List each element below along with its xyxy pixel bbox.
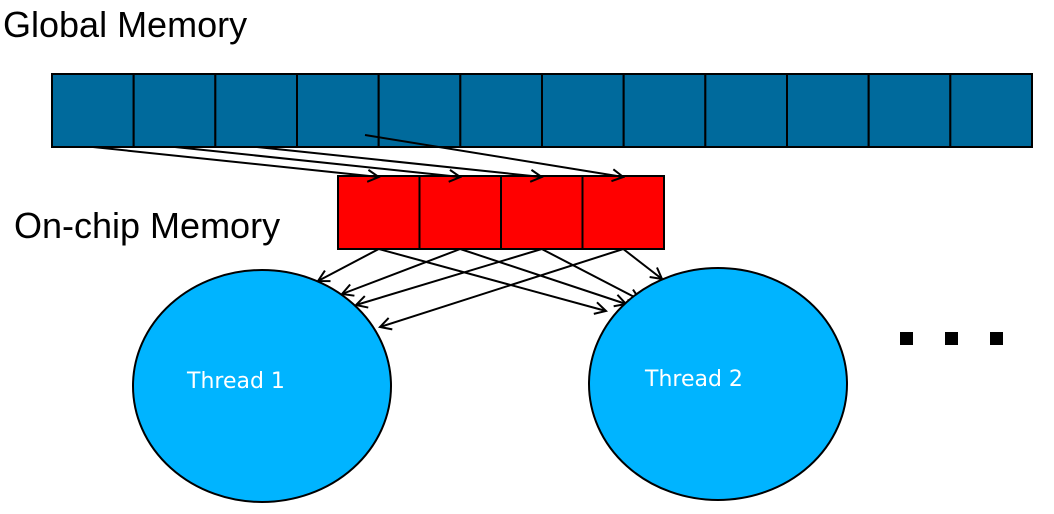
global-memory-array bbox=[51, 73, 1033, 148]
global-memory-cell bbox=[377, 73, 462, 148]
ellipsis-more-threads bbox=[900, 332, 1003, 345]
thread-1: Thread 1 bbox=[132, 269, 392, 503]
global-memory-cell bbox=[132, 73, 217, 148]
global-memory-cell bbox=[214, 73, 298, 148]
load-arrow bbox=[256, 146, 542, 177]
global-memory-cell bbox=[704, 73, 788, 148]
global-memory-label: Global Memory bbox=[3, 4, 247, 45]
memory-diagram: Global Memory On-chip Memory Thread 1 Th… bbox=[3, 4, 1033, 503]
onchip-memory-cell bbox=[337, 175, 421, 250]
thread-access-arrow bbox=[318, 248, 380, 281]
global-memory-cell bbox=[541, 73, 625, 148]
global-memory-cell bbox=[867, 73, 952, 148]
global-memory-cell bbox=[622, 73, 707, 148]
thread-2-label: Thread 2 bbox=[644, 367, 743, 392]
global-memory-cell bbox=[786, 73, 870, 148]
onchip-memory-cell bbox=[418, 175, 502, 250]
thread-access-arrow bbox=[622, 248, 662, 279]
onchip-memory-cell bbox=[581, 175, 665, 250]
onchip-memory-label: On-chip Memory bbox=[14, 205, 280, 246]
thread-access-arrows bbox=[318, 248, 662, 327]
load-arrow bbox=[174, 146, 460, 177]
onchip-memory-cell bbox=[500, 175, 584, 250]
ellipsis-dot bbox=[990, 332, 1003, 345]
global-memory-cell bbox=[51, 73, 135, 148]
thread-access-arrow bbox=[378, 248, 606, 311]
thread-1-label: Thread 1 bbox=[186, 369, 285, 394]
load-arrow bbox=[92, 146, 379, 177]
onchip-memory-array bbox=[337, 175, 665, 250]
thread-access-arrow bbox=[459, 248, 626, 304]
thread-2: Thread 2 bbox=[588, 267, 848, 501]
global-memory-cell bbox=[949, 73, 1033, 148]
ellipsis-dot bbox=[900, 332, 913, 345]
ellipsis-dot bbox=[945, 332, 958, 345]
global-memory-cell bbox=[459, 73, 544, 148]
